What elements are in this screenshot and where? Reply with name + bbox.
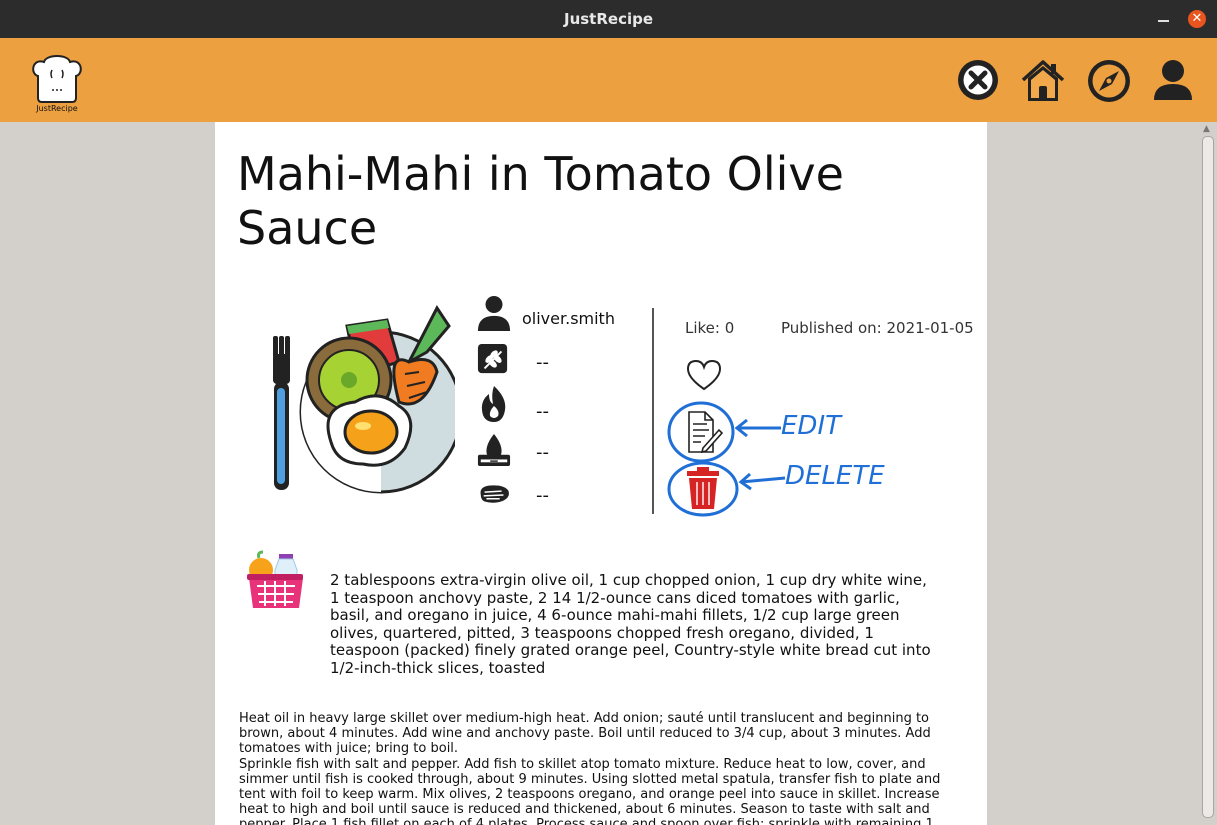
edit-annotation: EDIT [781, 411, 843, 441]
published-date: Published on: 2021-01-05 [781, 319, 974, 337]
scale-icon [477, 433, 511, 467]
dish-illustration [273, 305, 455, 494]
steak-icon [480, 485, 509, 503]
window-close-button[interactable]: ✕ [1188, 10, 1206, 28]
stat-value-scale: -- [536, 442, 549, 463]
scroll-up-icon[interactable]: ▲ [1203, 124, 1210, 134]
compass-icon[interactable] [1086, 58, 1130, 102]
like-count: Like: 0 [685, 319, 735, 337]
ingredients-text: 2 tablespoons extra-virgin olive oil, 1 … [330, 571, 931, 677]
author-name[interactable]: oliver.smith [522, 309, 615, 328]
stat-value-wheat: -- [536, 352, 549, 373]
user-icon [477, 296, 511, 331]
recipe-detail-panel: Mahi-Mahi in Tomato Olive Sauce oliver.s… [215, 122, 987, 825]
app-logo[interactable]: JustRecipe [30, 54, 84, 116]
grocery-basket-icon [247, 550, 303, 608]
stat-value-flame: -- [536, 401, 549, 422]
edit-button[interactable] [667, 400, 735, 464]
recipe-title: Mahi-Mahi in Tomato Olive Sauce [237, 147, 844, 255]
scrollbar-thumb[interactable] [1202, 136, 1214, 818]
home-icon[interactable] [1020, 58, 1065, 102]
wheat-icon [477, 343, 508, 374]
delete-annotation: DELETE [785, 461, 885, 491]
close-circle-icon[interactable] [956, 58, 1000, 102]
instructions-text: Heat oil in heavy large skillet over med… [239, 711, 941, 825]
logo-label: JustRecipe [36, 104, 78, 113]
vertical-divider [652, 308, 654, 514]
window-titlebar: JustRecipe ✕ [0, 0, 1217, 38]
window-title: JustRecipe [563, 10, 654, 28]
chef-hat-icon [32, 55, 82, 103]
window-minimize-button[interactable] [1157, 10, 1171, 26]
heart-icon[interactable] [685, 358, 723, 392]
stat-value-steak: -- [536, 485, 549, 506]
delete-button[interactable] [667, 461, 741, 517]
flame-icon [481, 386, 506, 422]
annotation-arrows: EDIT DELETE [735, 411, 885, 491]
vertical-scrollbar[interactable]: ▲ [1199, 122, 1217, 825]
user-icon[interactable] [1151, 58, 1195, 102]
